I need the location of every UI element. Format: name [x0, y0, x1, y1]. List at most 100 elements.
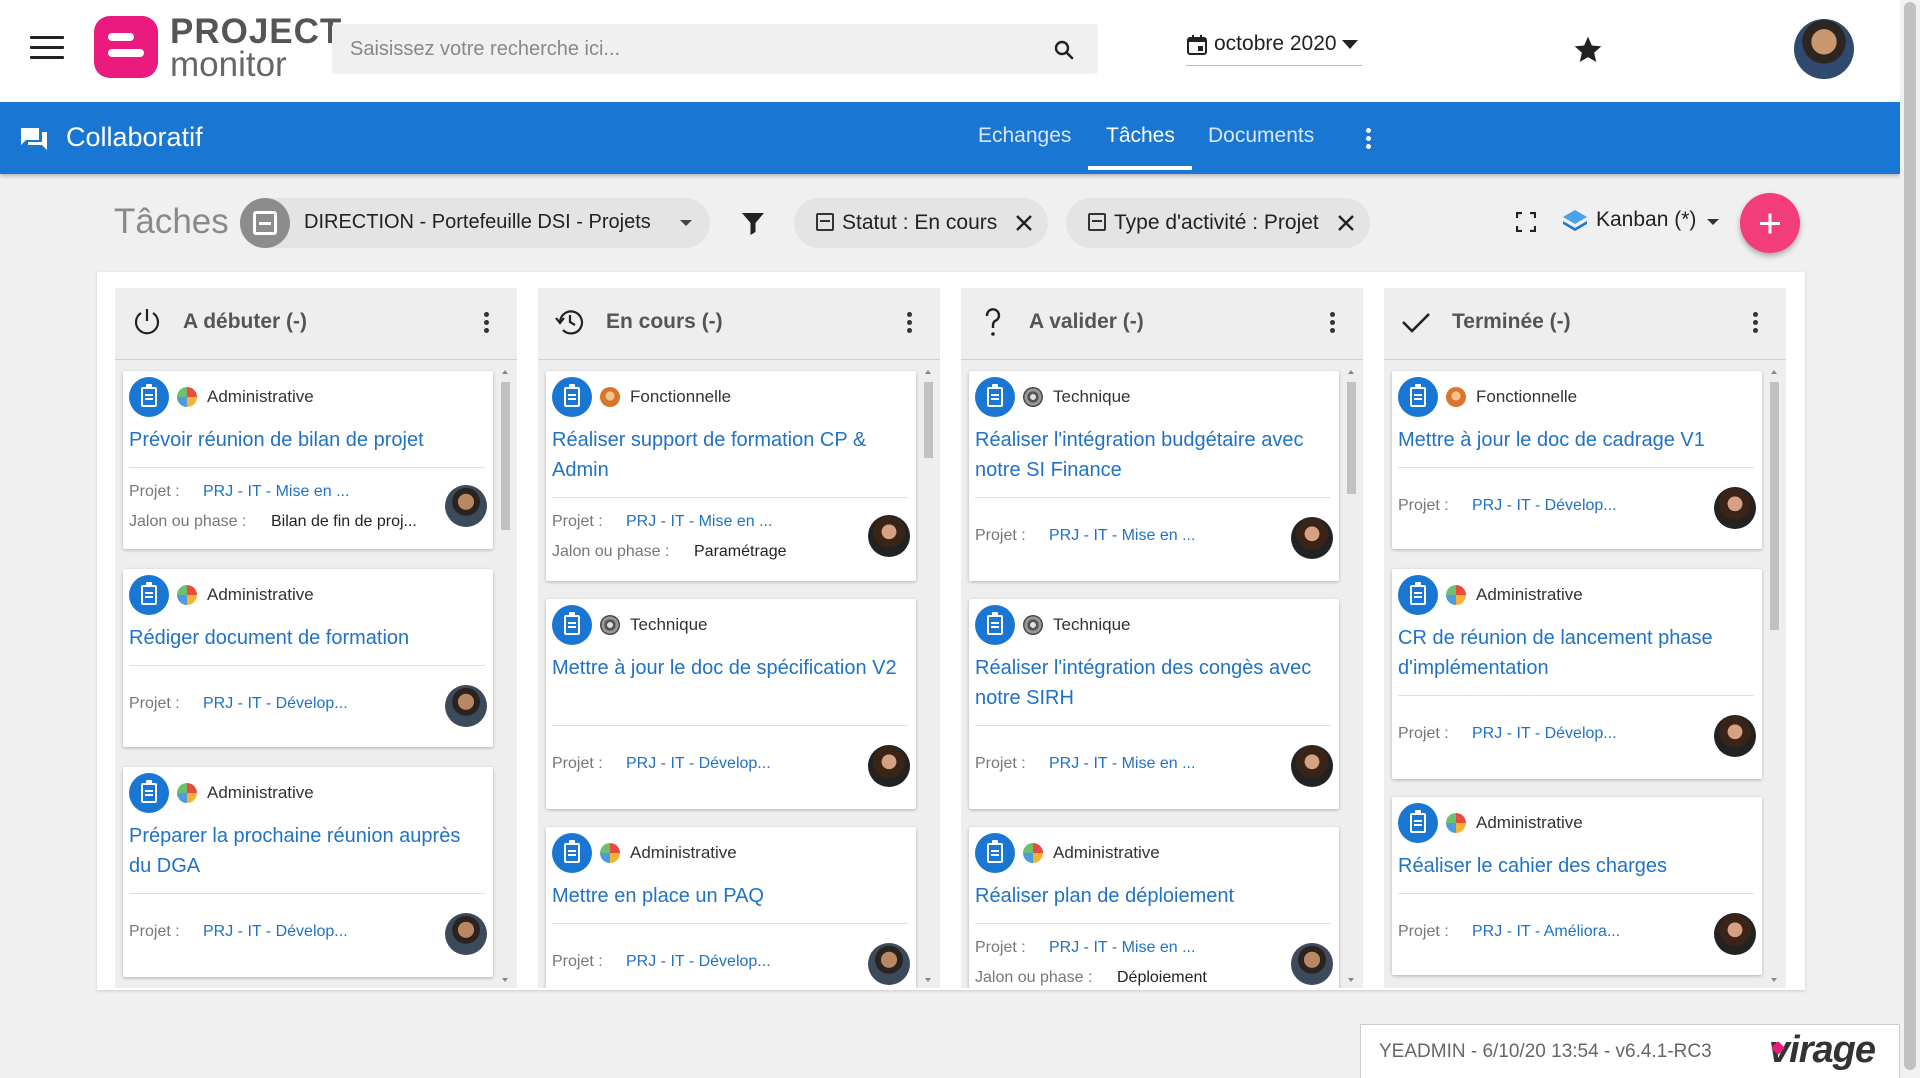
assignee-avatar[interactable]	[1291, 943, 1333, 985]
column-scrollbar[interactable]	[499, 370, 511, 982]
task-card[interactable]: Fonctionnelle Réaliser support de format…	[546, 371, 916, 581]
project-link[interactable]: PRJ - IT - Dévelop...	[203, 695, 348, 713]
view-select[interactable]: Kanban (*)	[1562, 206, 1722, 240]
tab-echanges[interactable]: Echanges	[978, 124, 1071, 148]
category-administrative-icon	[177, 783, 197, 803]
task-title[interactable]: CR de réunion de lancement phase d'implé…	[1398, 623, 1748, 683]
task-category: Fonctionnelle	[1476, 387, 1577, 407]
more-vert-icon[interactable]	[906, 312, 912, 336]
project-link[interactable]: PRJ - IT - Mise en ...	[1049, 939, 1195, 957]
task-category: Administrative	[1476, 585, 1583, 605]
project-link[interactable]: PRJ - IT - Dévelop...	[1472, 725, 1617, 743]
task-card[interactable]: Administrative Rédiger document de forma…	[123, 569, 493, 747]
assignee-avatar[interactable]	[1714, 715, 1756, 757]
assignee-avatar[interactable]	[445, 485, 487, 527]
task-title[interactable]: Réaliser support de formation CP & Admin	[552, 425, 902, 485]
add-task-button[interactable]	[1740, 193, 1800, 253]
task-title[interactable]: Réaliser le cahier des charges	[1398, 851, 1748, 881]
view-label: Kanban (*)	[1596, 208, 1696, 232]
project-link[interactable]: PRJ - IT - Améliora...	[1472, 923, 1620, 941]
filter-chip-label: Statut : En cours	[842, 211, 997, 235]
task-card[interactable]: Technique Mettre à jour le doc de spécif…	[546, 599, 916, 809]
period-select[interactable]: octobre 2020	[1186, 30, 1362, 66]
task-card[interactable]: Technique Réaliser l'intégration budgéta…	[969, 371, 1339, 581]
filter-icon[interactable]	[740, 210, 766, 236]
assignee-avatar[interactable]	[868, 515, 910, 557]
column-terminee: Terminée (-) Fonctionnelle Mettre à jour…	[1384, 288, 1786, 988]
column-body: Technique Réaliser l'intégration budgéta…	[961, 361, 1363, 988]
project-link[interactable]: PRJ - IT - Mise en ...	[1049, 755, 1195, 773]
task-category: Administrative	[1476, 813, 1583, 833]
more-vert-icon[interactable]	[1329, 312, 1335, 336]
card-divider	[975, 725, 1331, 726]
project-link[interactable]: PRJ - IT - Mise en ...	[203, 483, 349, 501]
window-scrollbar[interactable]	[1900, 0, 1920, 1078]
logo-icon[interactable]	[94, 16, 158, 78]
task-card[interactable]: Administrative Réaliser plan de déploiem…	[969, 827, 1339, 988]
task-clipboard-icon	[975, 377, 1015, 417]
more-vert-icon[interactable]	[483, 312, 489, 336]
project-link[interactable]: PRJ - IT - Dévelop...	[203, 923, 348, 941]
task-title[interactable]: Réaliser l'intégration des congès avec n…	[975, 653, 1325, 713]
project-link[interactable]: PRJ - IT - Mise en ...	[1049, 527, 1195, 545]
more-vert-icon[interactable]	[1364, 128, 1372, 152]
scope-select[interactable]: DIRECTION - Portefeuille DSI - Projets	[240, 198, 710, 248]
task-card[interactable]: Technique Réaliser l'intégration des con…	[969, 599, 1339, 809]
search-input[interactable]	[350, 24, 1040, 74]
chevron-down-icon	[1342, 40, 1358, 49]
task-title[interactable]: Mettre à jour le doc de spécification V2	[552, 653, 902, 683]
question-icon	[977, 306, 1009, 338]
category-administrative-icon	[1446, 585, 1466, 605]
project-link[interactable]: PRJ - IT - Dévelop...	[626, 953, 771, 971]
tab-taches[interactable]: Tâches	[1106, 124, 1175, 148]
assignee-avatar[interactable]	[445, 685, 487, 727]
task-card[interactable]: Administrative CR de réunion de lancemen…	[1392, 569, 1762, 779]
more-vert-icon[interactable]	[1752, 312, 1758, 336]
column-scrollbar[interactable]	[1768, 370, 1780, 982]
assignee-avatar[interactable]	[1291, 517, 1333, 559]
task-title[interactable]: Réaliser l'intégration budgétaire avec n…	[975, 425, 1325, 485]
assignee-avatar[interactable]	[1714, 913, 1756, 955]
task-title[interactable]: Rédiger document de formation	[129, 623, 479, 653]
tab-documents[interactable]: Documents	[1208, 124, 1314, 148]
close-icon[interactable]	[1014, 213, 1034, 233]
user-avatar[interactable]	[1794, 19, 1854, 79]
task-title[interactable]: Mettre en place un PAQ	[552, 881, 902, 911]
column-scrollbar[interactable]	[922, 370, 934, 982]
task-title[interactable]: Préparer la prochaine réunion auprès du …	[129, 821, 479, 881]
project-link[interactable]: PRJ - IT - Dévelop...	[626, 755, 771, 773]
column-scrollbar[interactable]	[1345, 370, 1357, 982]
menu-icon[interactable]	[30, 36, 64, 62]
module-bar: Collaboratif Echanges Tâches Documents	[0, 102, 1900, 174]
project-label: Projet :	[975, 755, 1026, 773]
close-icon[interactable]	[1336, 213, 1356, 233]
project-link[interactable]: PRJ - IT - Dévelop...	[1472, 497, 1617, 515]
assignee-avatar[interactable]	[1714, 487, 1756, 529]
filter-chip-statut[interactable]: Statut : En cours	[794, 198, 1048, 248]
filter-chip-type[interactable]: Type d'activité : Projet	[1066, 198, 1370, 248]
search-icon[interactable]	[1052, 38, 1076, 62]
task-card[interactable]: Fonctionnelle Mettre à jour le doc de ca…	[1392, 371, 1762, 549]
task-category: Technique	[630, 615, 708, 635]
fullscreen-icon[interactable]	[1516, 212, 1536, 232]
star-icon[interactable]	[1572, 34, 1604, 66]
check-icon	[1400, 306, 1432, 338]
assignee-avatar[interactable]	[868, 745, 910, 787]
task-card[interactable]: Administrative Mettre en place un PAQ Pr…	[546, 827, 916, 988]
category-technique-icon	[1023, 387, 1043, 407]
task-category: Fonctionnelle	[630, 387, 731, 407]
milestone-value: Bilan de fin de proj...	[271, 513, 417, 531]
project-label: Projet :	[975, 939, 1026, 957]
chat-icon	[20, 126, 48, 152]
logo-text-project: PROJECT	[170, 14, 342, 49]
assignee-avatar[interactable]	[1291, 745, 1333, 787]
task-card[interactable]: Administrative Prévoir réunion de bilan …	[123, 371, 493, 549]
assignee-avatar[interactable]	[445, 913, 487, 955]
task-card[interactable]: Administrative Réaliser le cahier des ch…	[1392, 797, 1762, 975]
project-link[interactable]: PRJ - IT - Mise en ...	[626, 513, 772, 531]
task-title[interactable]: Réaliser plan de déploiement	[975, 881, 1325, 911]
assignee-avatar[interactable]	[868, 943, 910, 985]
task-title[interactable]: Prévoir réunion de bilan de projet	[129, 425, 479, 455]
task-title[interactable]: Mettre à jour le doc de cadrage V1	[1398, 425, 1748, 455]
task-card[interactable]: Administrative Préparer la prochaine réu…	[123, 767, 493, 977]
